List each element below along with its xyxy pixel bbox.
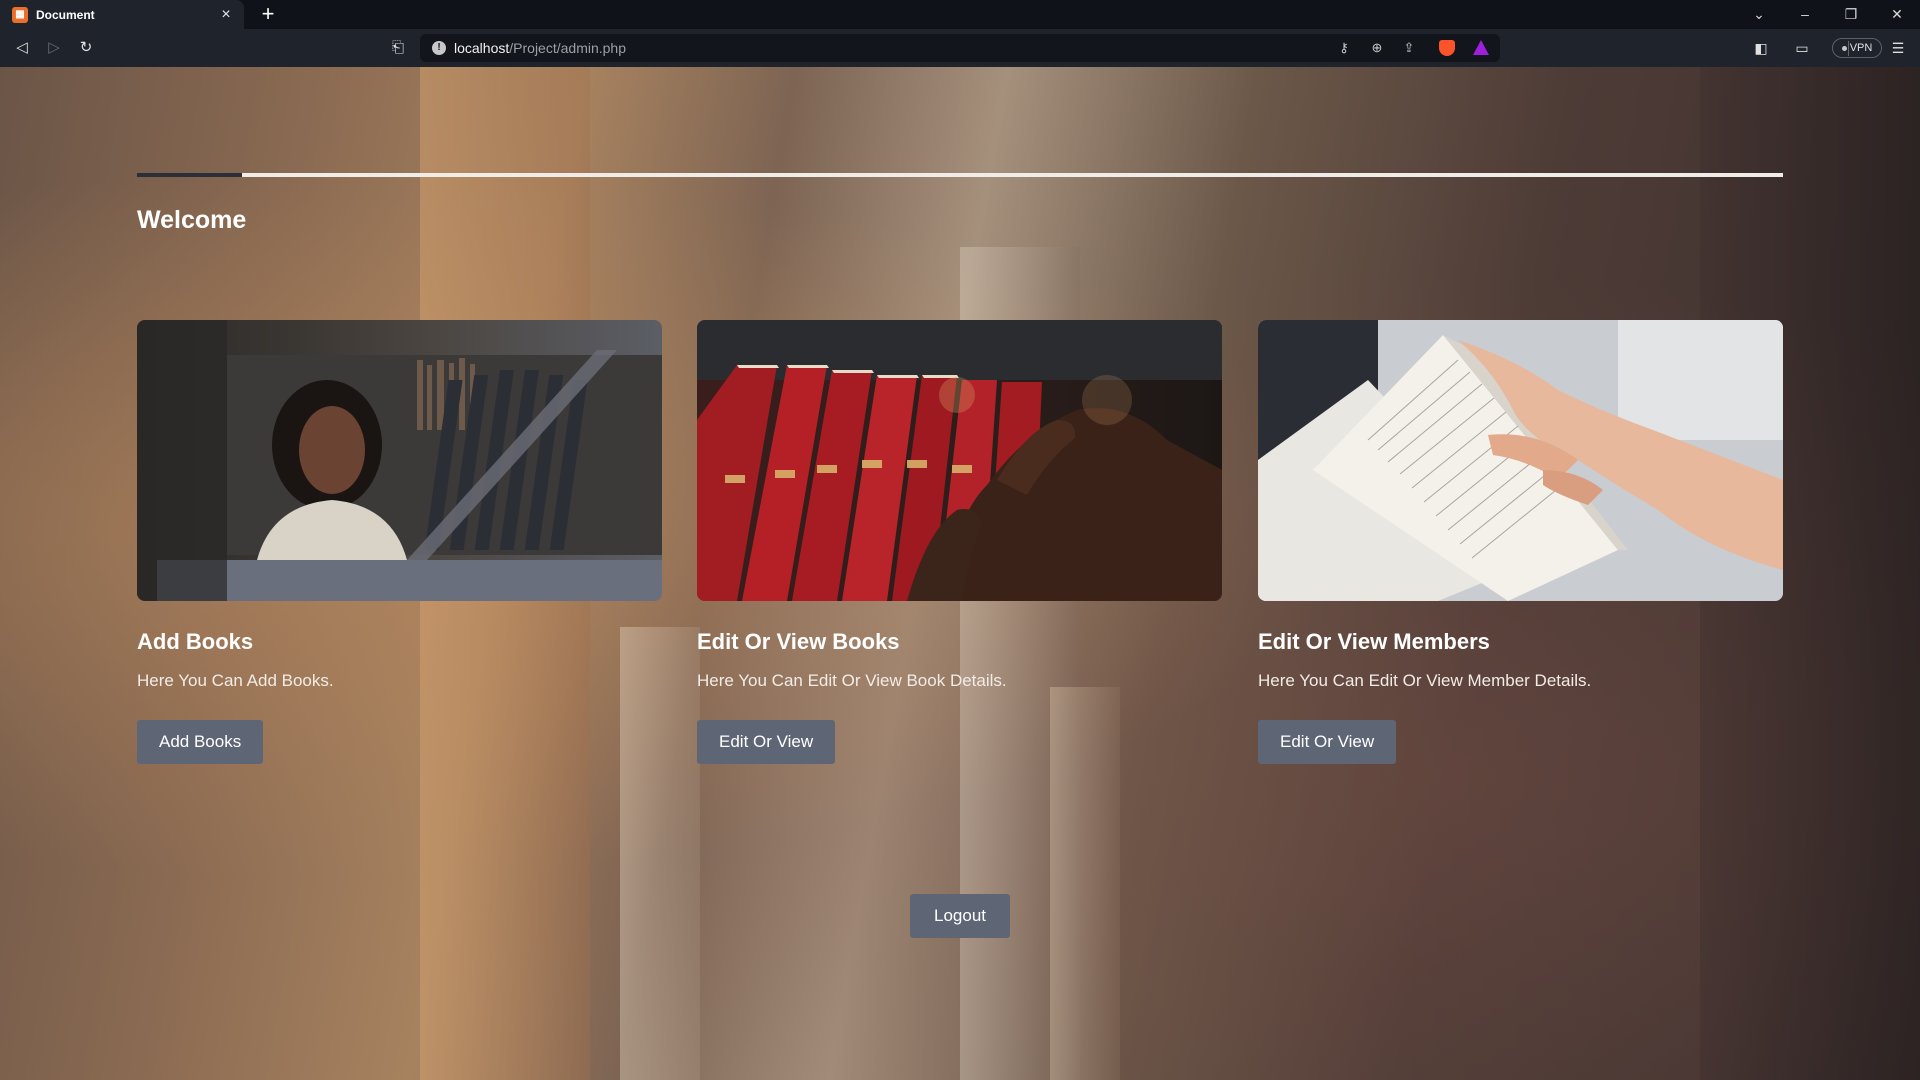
tab-strip: ▦ Document × + ⌄ – ❐ ✕	[0, 0, 1920, 29]
url-path: /Project/admin.php	[509, 40, 626, 56]
logout-button[interactable]: Logout	[910, 894, 1010, 938]
card-image-reader	[137, 320, 662, 601]
vpn-label: VPN	[1849, 42, 1873, 54]
forward-icon[interactable]: ▷	[43, 37, 65, 59]
card-description: Here You Can Edit Or View Book Details.	[697, 671, 1007, 690]
page-title: Welcome	[137, 206, 247, 234]
card-description: Here You Can Add Books.	[137, 671, 334, 690]
minimize-icon[interactable]: –	[1782, 0, 1828, 29]
add-books-button[interactable]: Add Books	[137, 720, 264, 764]
share-icon[interactable]: ⇪	[1399, 39, 1419, 57]
tab-close-icon[interactable]: ×	[216, 6, 236, 24]
site-info-icon[interactable]: !	[432, 41, 446, 55]
brave-rewards-icon[interactable]	[1473, 40, 1489, 55]
tab-title: Document	[36, 7, 95, 22]
menu-icon[interactable]: ☰	[1888, 38, 1908, 58]
browser-tab[interactable]: ▦ Document ×	[0, 0, 244, 29]
vpn-status-dot	[1841, 45, 1847, 51]
sidebar-icon[interactable]: ◧	[1751, 38, 1771, 58]
card-add-books: Add Books Here You Can Add Books. Add Bo…	[137, 320, 662, 764]
card-image-open-book	[1258, 320, 1783, 601]
card-edit-members: Edit Or View Members Here You Can Edit O…	[1258, 320, 1783, 764]
address-bar[interactable]: ! localhost/Project/admin.php ⚷ ⊕ ⇪	[420, 34, 1849, 62]
card-image-bookshelf	[697, 320, 1222, 601]
card-title: Add Books	[137, 629, 254, 654]
tab-list-chevron-icon[interactable]: ⌄	[1736, 0, 1782, 29]
url-host: localhost	[454, 40, 510, 56]
close-window-icon[interactable]: ✕	[1874, 0, 1920, 29]
url-text[interactable]: localhost/Project/admin.php	[454, 40, 626, 56]
key-icon[interactable]: ⚷	[1334, 39, 1354, 57]
progress-bar	[137, 173, 1783, 177]
brave-shield-icon[interactable]	[1439, 40, 1455, 56]
card-description: Here You Can Edit Or View Member Details…	[1258, 671, 1592, 690]
zoom-icon[interactable]: ⊕	[1367, 39, 1387, 57]
card-title: Edit Or View Books	[697, 629, 900, 654]
page-content: Welcome Add Books Here You Can Add Books…	[0, 67, 1920, 1080]
card-title: Edit Or View Members	[1258, 629, 1490, 654]
back-icon[interactable]: ◁	[11, 37, 33, 59]
open-book-illustration	[1258, 320, 1783, 601]
bookshelf-illustration	[697, 320, 1222, 601]
edit-or-view-members-button[interactable]: Edit Or View	[1258, 720, 1397, 764]
progress-fill	[137, 173, 243, 177]
restore-icon[interactable]: ❐	[1828, 0, 1874, 29]
reader-illustration	[137, 320, 662, 601]
vpn-button[interactable]: VPN	[1832, 38, 1882, 58]
favicon-icon: ▦	[12, 6, 28, 23]
reload-icon[interactable]: ↻	[75, 37, 97, 59]
browser-toolbar: ◁ ▷ ↻ ⎗ ! localhost/Project/admin.php ⚷ …	[0, 29, 1920, 67]
edit-or-view-books-button[interactable]: Edit Or View	[697, 720, 836, 764]
new-tab-button[interactable]: +	[256, 2, 280, 26]
wallet-icon[interactable]: ▭	[1792, 38, 1812, 58]
bookmark-icon[interactable]: ⎗	[389, 37, 407, 59]
card-edit-books: Edit Or View Books Here You Can Edit Or …	[697, 320, 1222, 764]
